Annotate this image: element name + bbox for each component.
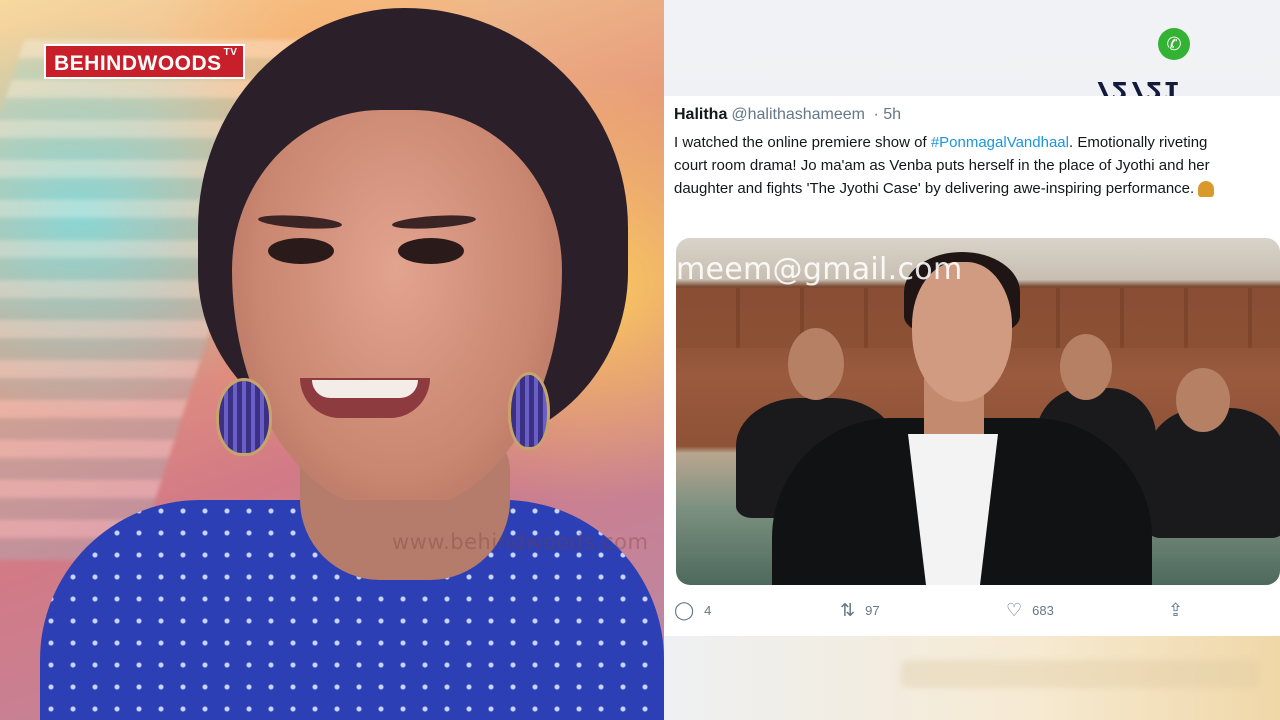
background-lawyer-head [788, 328, 844, 400]
left-earring [216, 378, 272, 456]
tweet-text-part: I watched the online premiere show of [674, 134, 931, 151]
channel-logo: BEHINDWOODS TV [44, 44, 246, 79]
tweet-body: I watched the online premiere show of #P… [674, 131, 1234, 200]
person-face [232, 110, 562, 510]
tweet-media-image[interactable]: meem@gmail.com [676, 238, 1280, 585]
media-email-watermark: meem@gmail.com [676, 252, 963, 287]
reply-button[interactable]: ◯ 4 [674, 600, 711, 620]
retweet-icon: ⇅ [840, 600, 856, 620]
channel-logo-text: BEHINDWOODS [54, 52, 222, 75]
right-earring [508, 372, 550, 450]
judge-emoji-icon [1198, 181, 1215, 198]
phone-icon: ✆ [1158, 28, 1190, 60]
left-eye [268, 238, 334, 264]
background-lawyer-head [1060, 334, 1112, 400]
tweet-timestamp[interactable]: · 5h [873, 106, 901, 123]
tweet-author-handle[interactable]: @halithashameem [731, 106, 865, 123]
share-icon: ⇪ [1168, 600, 1184, 620]
share-button[interactable]: ⇪ [1168, 600, 1193, 620]
tweet-actions-bar: ◯ 4 ⇅ 97 ♡ 683 ⇪ [674, 600, 1204, 624]
retweet-count: 97 [865, 602, 880, 618]
retweet-button[interactable]: ⇅ 97 [840, 600, 880, 620]
right-eye [398, 238, 464, 264]
channel-logo-sup: TV [223, 47, 238, 58]
reply-count: 4 [704, 602, 712, 618]
tweet-hashtag-link[interactable]: #PonmagalVandhaal [931, 134, 1069, 151]
blurred-text [900, 660, 1260, 688]
tweet-header: Halitha @halithashameem · 5h [674, 106, 901, 124]
background-lawyer-head [1176, 368, 1230, 432]
tweet-author-name[interactable]: Halitha [674, 106, 727, 123]
heart-icon: ♡ [1006, 600, 1023, 620]
photo-panel [0, 0, 664, 720]
like-button[interactable]: ♡ 683 [1006, 600, 1054, 620]
teeth [312, 380, 418, 398]
site-watermark: www.behindwoods.com [392, 530, 649, 554]
reply-icon: ◯ [674, 600, 695, 620]
like-count: 683 [1032, 602, 1054, 618]
